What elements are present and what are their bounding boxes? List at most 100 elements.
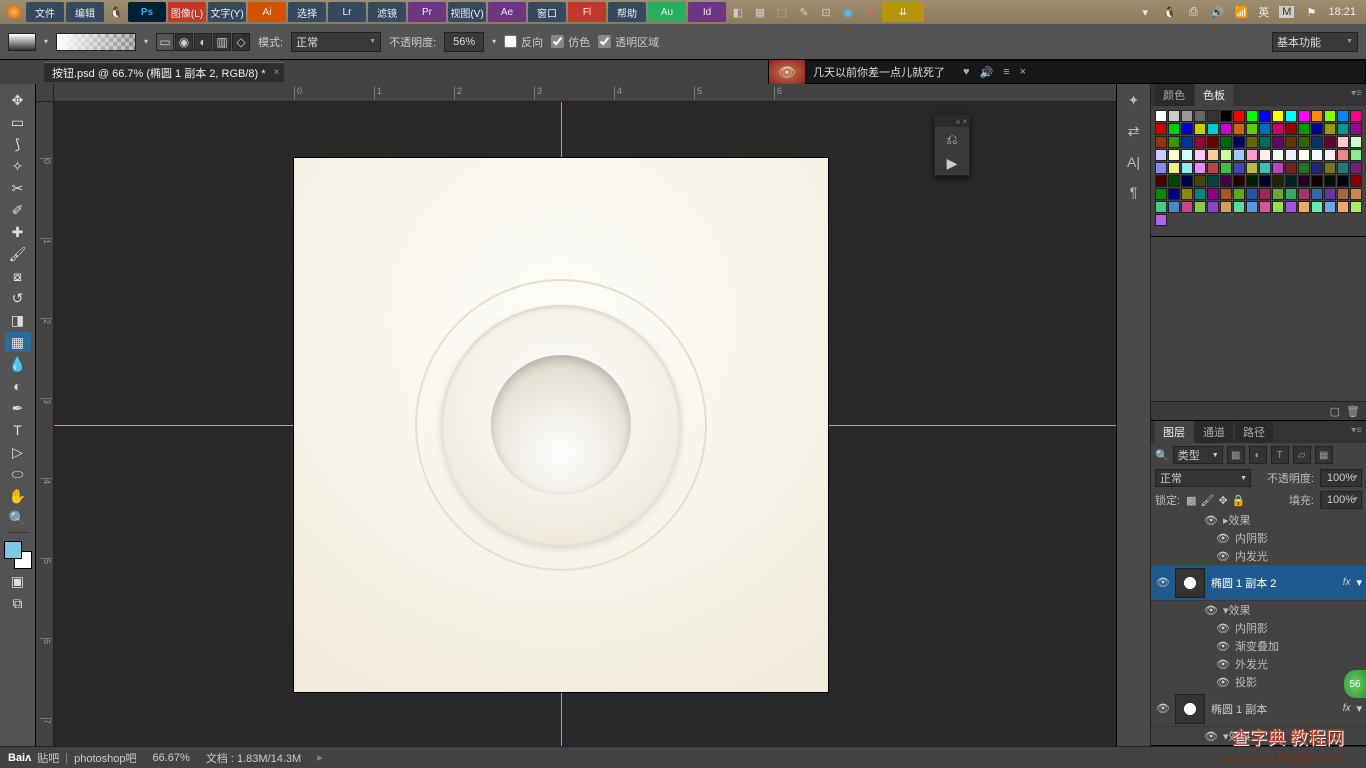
swatch[interactable] [1168,188,1180,200]
swatch[interactable] [1324,162,1336,174]
swatch[interactable] [1181,123,1193,135]
new-item-icon[interactable]: ▢ [1330,405,1340,418]
layer-thumb[interactable] [1175,568,1205,598]
swatch[interactable] [1272,149,1284,161]
swatch[interactable] [1246,110,1258,122]
swatch[interactable] [1259,136,1271,148]
path-select-tool[interactable]: ▷ [5,442,31,462]
qq-icon[interactable]: 🐧 [106,2,126,22]
swatch[interactable] [1285,201,1297,213]
swatch[interactable] [1220,149,1232,161]
swatch[interactable] [1207,136,1219,148]
swatch[interactable] [1350,188,1362,200]
swatch[interactable] [1181,149,1193,161]
document-tab[interactable]: 按钮.psd @ 66.7% (椭圆 1 副本 2, RGB/8) * × [44,62,284,82]
opacity-input[interactable]: 56% [444,32,484,52]
tool-preset-picker[interactable] [8,33,36,51]
zoom-tool[interactable]: 🔍 [5,508,31,528]
tray-expand-icon[interactable]: ▾ [1138,5,1152,19]
filter-type-icon[interactable]: T [1271,446,1289,464]
id-icon[interactable]: Id [688,2,726,22]
swatch[interactable] [1246,123,1258,135]
menu-file[interactable]: 文件 [26,2,64,22]
app-icon-5[interactable]: ⊡ [816,2,836,22]
filter-pixel-icon[interactable]: ▩ [1227,446,1245,464]
swatch[interactable] [1155,162,1167,174]
swatch[interactable] [1207,149,1219,161]
reverse-checkbox[interactable]: 反向 [504,34,543,50]
swatch[interactable] [1298,110,1310,122]
quickmask-toggle[interactable]: ▣ [5,571,31,591]
flag-icon[interactable]: ⚑ [1304,5,1318,19]
swatch[interactable] [1194,110,1206,122]
fl-icon[interactable]: Fl [568,2,606,22]
swatch[interactable] [1220,110,1232,122]
swatch[interactable] [1272,123,1284,135]
swatch[interactable] [1337,188,1349,200]
mini-play-icon[interactable]: ▶ [935,151,969,175]
swatch[interactable] [1220,136,1232,148]
swatch[interactable] [1337,149,1349,161]
wifi-icon[interactable]: 📶 [1234,5,1248,19]
close-icon[interactable]: × [274,67,280,78]
swatch[interactable] [1311,149,1323,161]
swatches-grid[interactable] [1151,106,1366,236]
swatch[interactable] [1259,162,1271,174]
clock[interactable]: 18:21 [1328,6,1356,18]
layer-list[interactable]: 👁▸ 效果 👁内阴影 👁内发光 👁 椭圆 1 副本 2 fx▾ 👁▾ 效果 👁内… [1151,511,1366,745]
swatch[interactable] [1259,188,1271,200]
swatches-tab[interactable]: 色板 [1195,84,1233,106]
color-tab[interactable]: 颜色 [1155,84,1193,106]
menu-type[interactable]: 文字(Y) [208,2,246,22]
layers-menu-icon[interactable]: ▾≡ [1351,425,1362,436]
swatch[interactable] [1298,162,1310,174]
swatch[interactable] [1350,201,1362,213]
menu-help[interactable]: 帮助 [608,2,646,22]
swatch[interactable] [1194,188,1206,200]
swatch[interactable] [1272,110,1284,122]
app-icon-4[interactable]: ✎ [794,2,814,22]
swatch[interactable] [1233,110,1245,122]
swatch[interactable] [1298,201,1310,213]
swatch[interactable] [1207,175,1219,187]
layer-ellipse-copy[interactable]: 👁 椭圆 1 副本 fx▾ [1151,691,1366,727]
swatch[interactable] [1298,188,1310,200]
ae-icon[interactable]: Ae [488,2,526,22]
swatch[interactable] [1311,175,1323,187]
swatch[interactable] [1155,136,1167,148]
swatch[interactable] [1285,175,1297,187]
swatch[interactable] [1272,175,1284,187]
app-icon-3[interactable]: ⬚ [772,2,792,22]
marquee-tool[interactable]: ▭ [5,112,31,132]
swatch[interactable] [1220,123,1232,135]
swatch[interactable] [1194,201,1206,213]
app-icon-2[interactable]: ▦ [750,2,770,22]
swatch[interactable] [1272,162,1284,174]
swatch[interactable] [1155,123,1167,135]
swatch[interactable] [1168,162,1180,174]
menu-view[interactable]: 视图(V) [448,2,486,22]
swatch[interactable] [1324,188,1336,200]
heart-icon[interactable]: ♥ [963,66,970,79]
adjustments-icon[interactable]: ✦ [1128,92,1140,109]
swatch[interactable] [1285,123,1297,135]
swatch[interactable] [1350,149,1362,161]
swatch[interactable] [1311,136,1323,148]
swatch[interactable] [1285,110,1297,122]
blend-mode-select[interactable]: 正常 [291,32,381,52]
qq-tray-icon[interactable]: 🐧 [1162,5,1176,19]
layer-thumb[interactable] [1175,694,1205,724]
dodge-tool[interactable]: ◐ [5,376,31,396]
gradient-picker[interactable] [56,33,136,51]
swatch[interactable] [1220,175,1232,187]
active-app-icon[interactable]: ⇊ [882,2,924,22]
swatch[interactable] [1168,149,1180,161]
menu-icon[interactable]: ≡ [1003,66,1009,79]
swatch[interactable] [1155,149,1167,161]
swatch[interactable] [1324,175,1336,187]
crop-tool[interactable]: ✂ [5,178,31,198]
ps-icon[interactable]: Ps [128,2,166,22]
zoom-level[interactable]: 66.67% [153,752,190,764]
swatch[interactable] [1311,123,1323,135]
eraser-tool[interactable]: ◨ [5,310,31,330]
